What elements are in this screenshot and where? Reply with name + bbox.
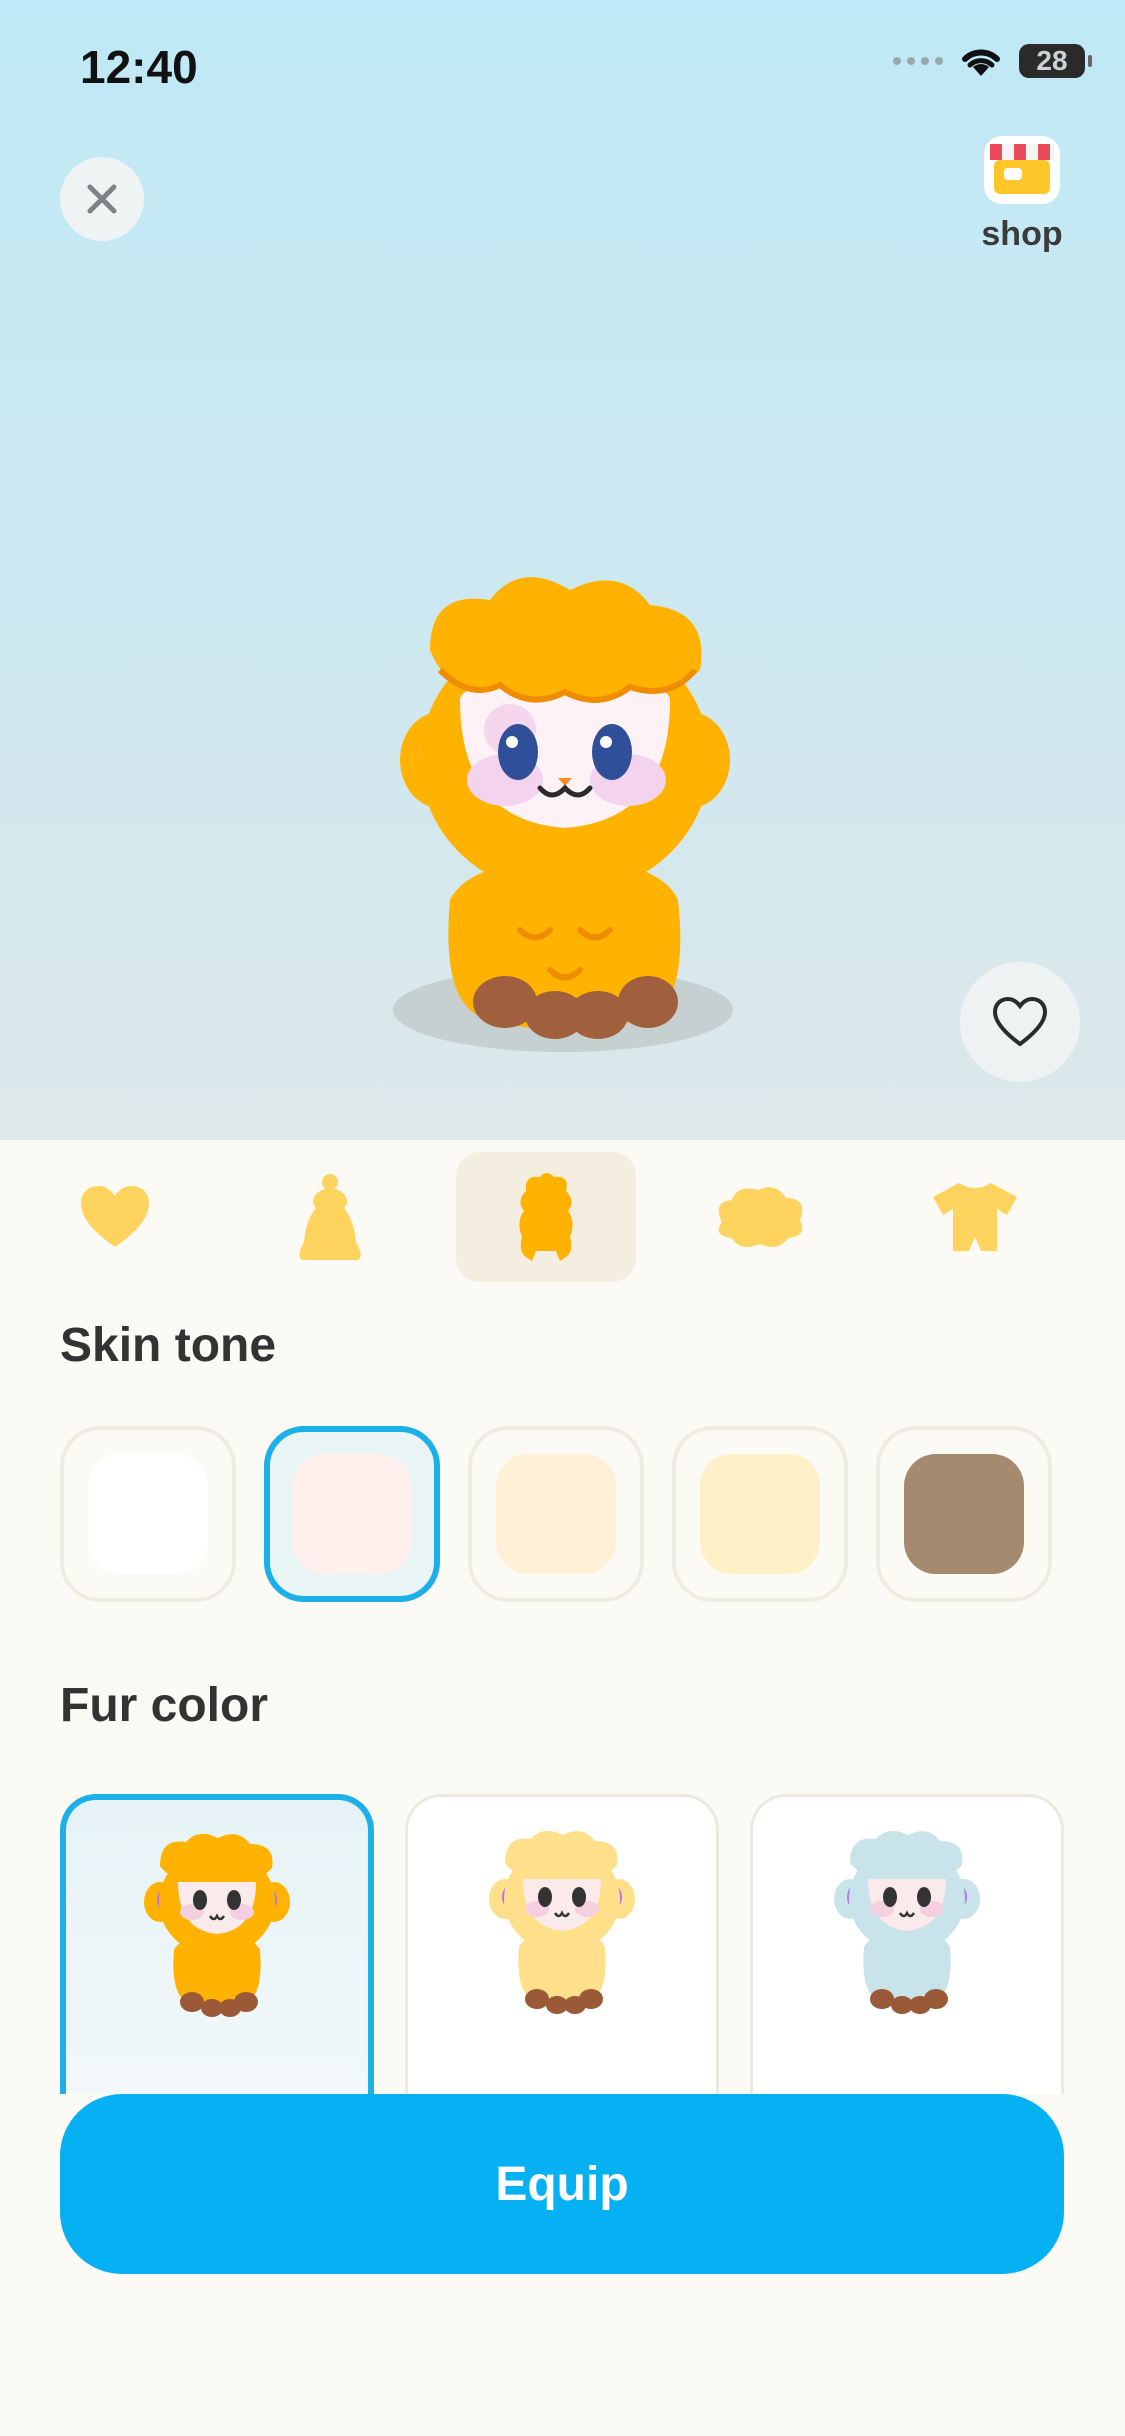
tab-body[interactable] [240, 1152, 420, 1282]
skin-swatch-5[interactable] [876, 1426, 1052, 1602]
swatch-color [904, 1454, 1024, 1574]
cellular-signal-icon [893, 57, 943, 65]
fur-color-title: Fur color [60, 1679, 269, 1732]
close-icon [87, 184, 117, 214]
category-tabs [0, 1152, 1125, 1282]
fur-option-2[interactable] [405, 1794, 719, 2094]
avatar-preview-area: 12:40 28 shop [0, 0, 1125, 1140]
fur-option-1[interactable] [60, 1794, 374, 2094]
fur-option-3[interactable] [750, 1794, 1064, 2094]
sheep-preview-image [834, 1830, 980, 2014]
sheep-preview-image [489, 1830, 635, 2014]
tab-color[interactable] [456, 1152, 636, 1282]
skin-tone-title: Skin tone [60, 1319, 277, 1372]
sheep-silhouette-icon [519, 1173, 573, 1261]
avatar-sheep-image [393, 577, 733, 1052]
sheep-preview-image [144, 1833, 290, 2017]
shop-label: shop [981, 215, 1063, 253]
tab-favorites[interactable] [25, 1152, 205, 1282]
tab-hair[interactable] [670, 1152, 850, 1282]
battery-icon: 28 [1019, 44, 1092, 78]
skin-swatch-2[interactable] [264, 1426, 440, 1602]
swatch-color [88, 1454, 208, 1574]
equip-button[interactable]: Equip [60, 2094, 1064, 2274]
favorite-button[interactable] [960, 962, 1080, 1082]
outfit-icon [933, 1183, 1017, 1251]
tab-outfit[interactable] [885, 1152, 1065, 1282]
swatch-color [292, 1454, 412, 1574]
status-time: 12:40 [80, 41, 198, 93]
heart-icon [81, 1186, 149, 1247]
wifi-icon [962, 49, 1000, 76]
skin-swatch-3[interactable] [468, 1426, 644, 1602]
skin-swatch-1[interactable] [60, 1426, 236, 1602]
swatch-color [700, 1454, 820, 1574]
status-icons: 28 [893, 44, 1092, 78]
close-button[interactable] [60, 157, 144, 241]
hair-icon [718, 1187, 803, 1247]
skin-swatch-4[interactable] [672, 1426, 848, 1602]
heart-outline-icon [992, 996, 1048, 1047]
swatch-color [496, 1454, 616, 1574]
shop-icon [984, 136, 1060, 204]
shop-button[interactable]: shop [972, 130, 1072, 254]
body-shape-icon [299, 1174, 361, 1260]
